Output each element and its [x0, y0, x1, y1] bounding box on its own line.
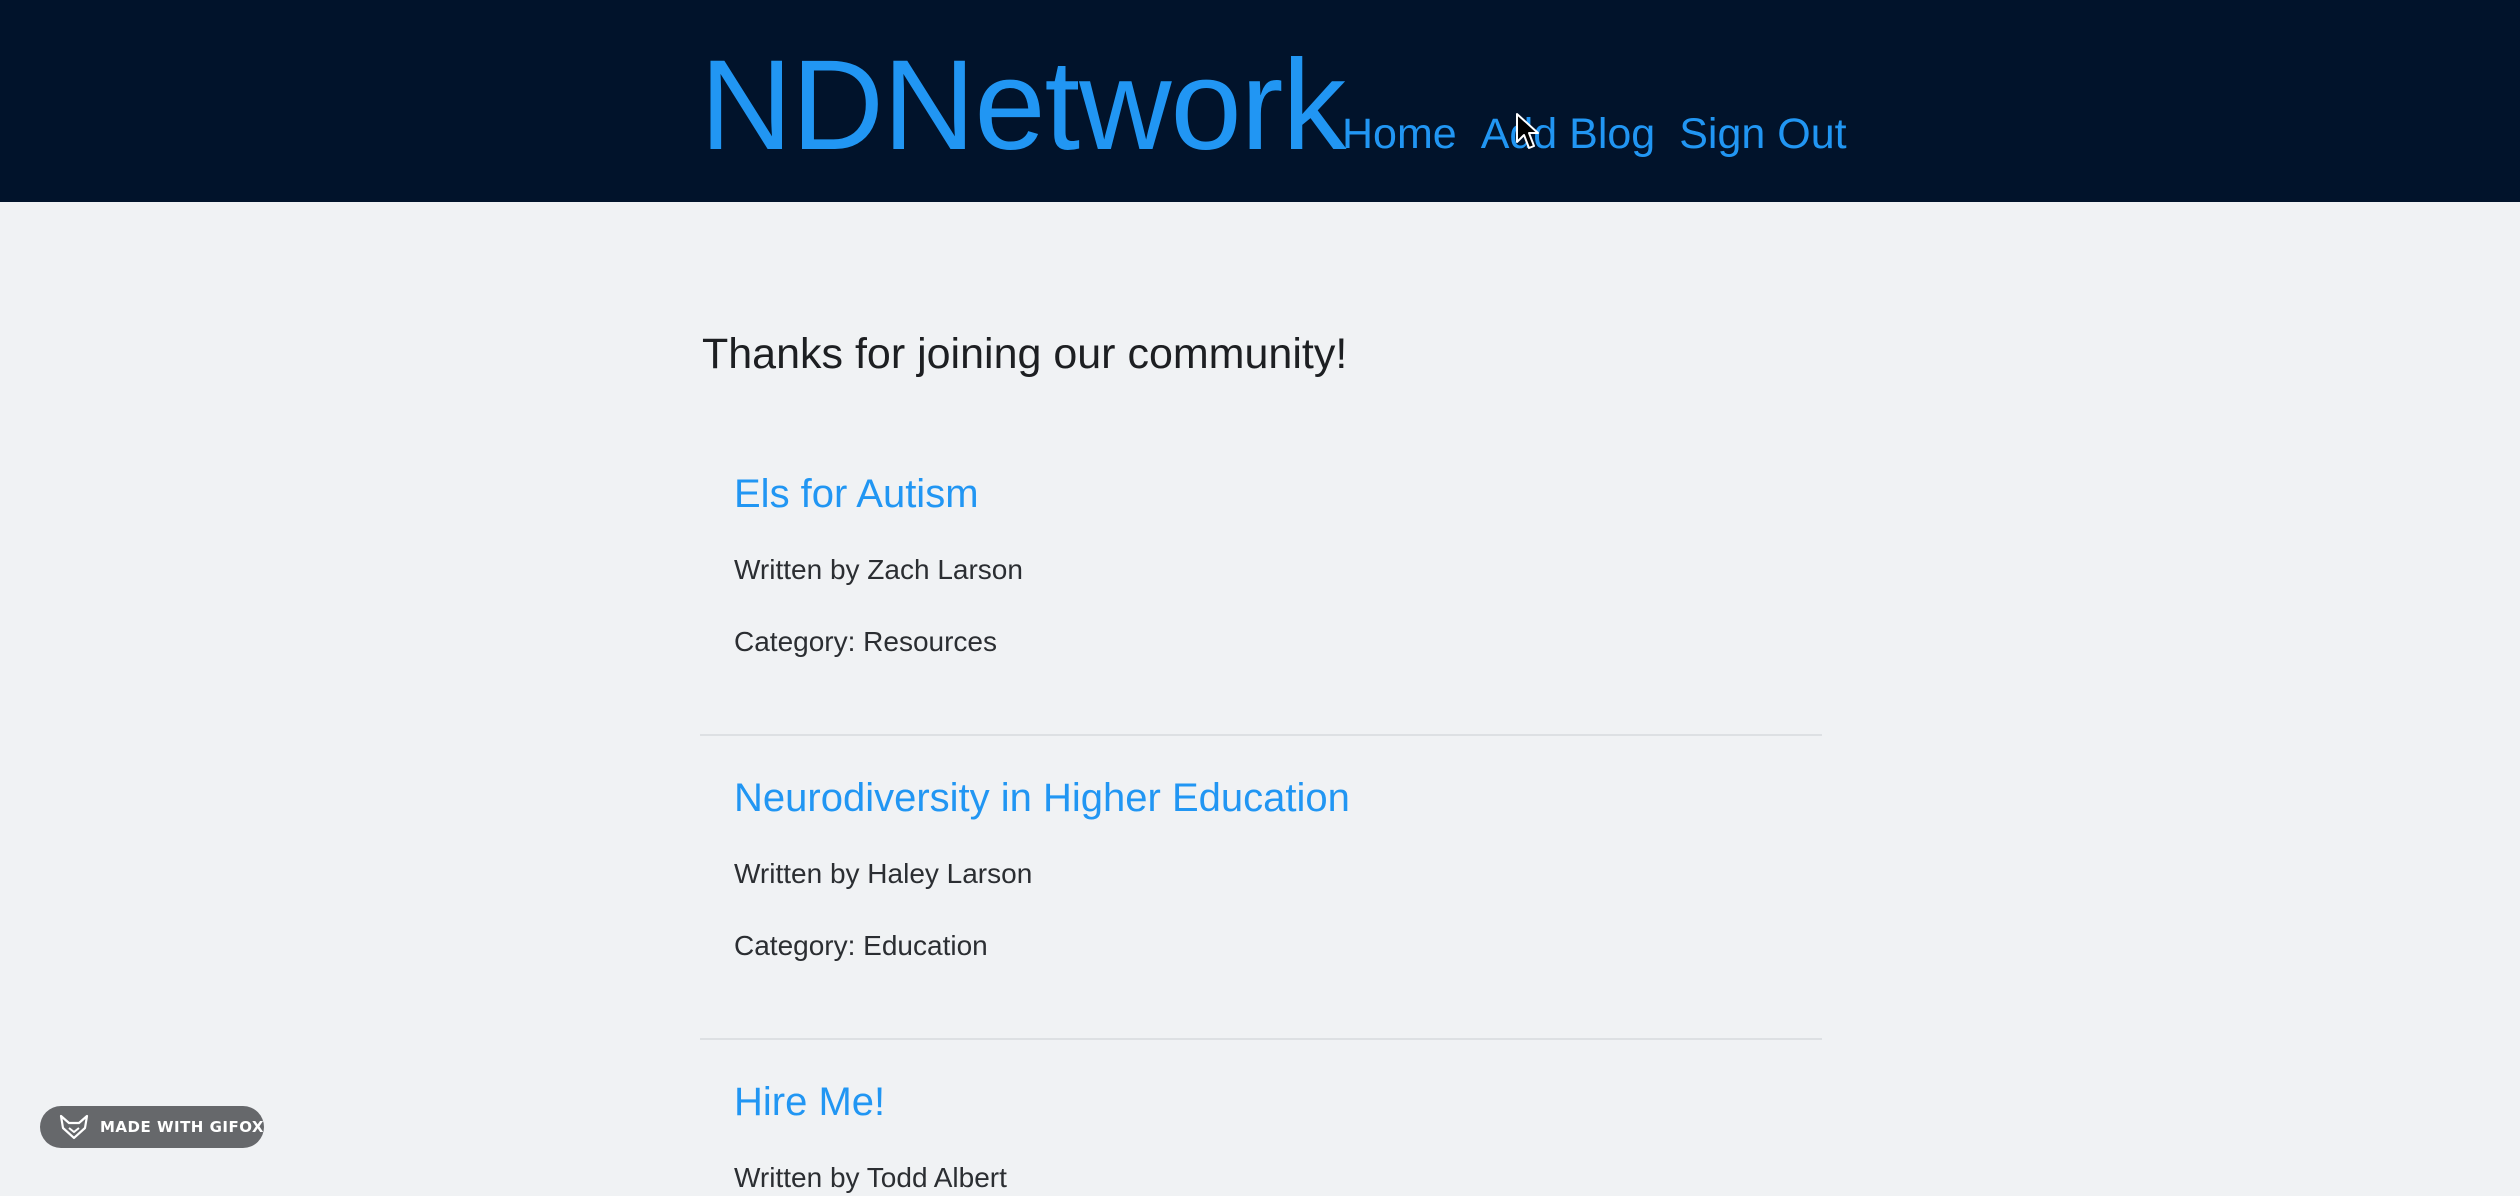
nav-link-sign-out[interactable]: Sign Out — [1679, 108, 1846, 160]
main-nav: Home Add Blog Sign Out — [1342, 108, 1847, 160]
blog-post-card: Els for Autism Written by Zach Larson Ca… — [700, 432, 1822, 736]
gifox-watermark-badge: MADE WITH GIFOX — [40, 1106, 264, 1148]
post-title-link[interactable]: Els for Autism — [734, 468, 979, 520]
post-author: Written by Todd Albert — [734, 1162, 1007, 1193]
post-author: Written by Zach Larson — [734, 554, 1023, 585]
fox-icon — [59, 1114, 89, 1140]
nav-link-add-blog[interactable]: Add Blog — [1481, 108, 1656, 160]
post-category: Category: Education — [734, 930, 988, 961]
blog-post-card: Neurodiversity in Higher Education Writt… — [700, 736, 1822, 1040]
nav-link-home[interactable]: Home — [1342, 108, 1457, 160]
badge-label: MADE WITH GIFOX — [99, 1118, 264, 1136]
post-category: Category: Resources — [734, 626, 998, 657]
mouse-pointer-icon — [1516, 113, 1539, 149]
site-header: NDNetwork Home Add Blog Sign Out — [0, 0, 2520, 202]
blog-post-card: Hire Me! Written by Todd Albert — [700, 1040, 1822, 1193]
post-title-link[interactable]: Hire Me! — [734, 1076, 885, 1128]
site-logo[interactable]: NDNetwork — [700, 36, 1346, 176]
welcome-heading: Thanks for joining our community! — [702, 330, 1348, 378]
post-author: Written by Haley Larson — [734, 858, 1033, 889]
post-title-link[interactable]: Neurodiversity in Higher Education — [734, 772, 1350, 824]
